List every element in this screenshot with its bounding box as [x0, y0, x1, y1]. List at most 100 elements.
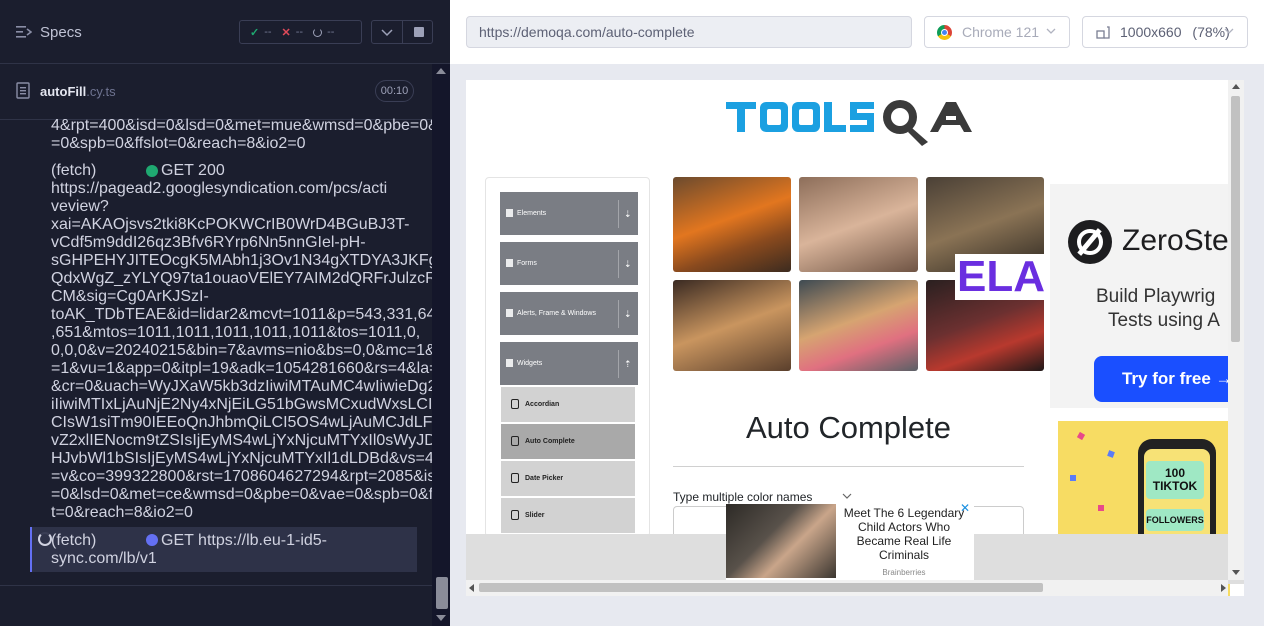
sidebar-item-auto-complete[interactable]: Auto Complete — [501, 424, 635, 460]
expand-icon[interactable]: ⇣ — [624, 292, 632, 336]
log-line: 0,0,0&v=20240215&bin=7&avms=nio&bs=0,0&m… — [51, 342, 444, 359]
sidebar-item-date-picker[interactable]: Date Picker — [501, 461, 635, 497]
divider — [618, 200, 619, 228]
sidebar-item-label: Slider — [525, 512, 545, 519]
group-icon — [506, 259, 513, 267]
collapse-icon[interactable]: ⇡ — [624, 342, 632, 386]
item-icon — [511, 510, 519, 520]
url-bar[interactable]: https://demoqa.com/auto-complete — [466, 16, 912, 48]
log-line: vCdf5m9ddI26qz3Bfv6RYrp6Nn5nnGIel-pH- — [51, 234, 366, 251]
sidebar-nav: Elements ⇣ Forms ⇣ Alerts, Frame & Windows ⇣ W… — [485, 177, 650, 537]
specs-title[interactable]: Specs — [40, 24, 82, 41]
sidebar-group-label: Forms — [517, 260, 537, 267]
log-line: =1&vu=1&app=0&itpl=19&adk=1054281660&rs=… — [51, 360, 448, 377]
ad-image[interactable] — [799, 280, 918, 371]
expand-icon[interactable]: ⇣ — [624, 242, 632, 286]
passed-count: -- — [264, 26, 272, 38]
scroll-left-icon[interactable] — [469, 584, 474, 592]
browser-toolbar: https://demoqa.com/auto-complete Chrome … — [450, 0, 1264, 64]
test-stats: ✓ -- ✕ -- -- — [239, 20, 362, 44]
log-scroll-thumb[interactable] — [436, 577, 448, 609]
zerostep-logo-icon — [1068, 220, 1112, 264]
viewport-icon — [1096, 26, 1110, 39]
sidebar-item-label: Auto Complete — [525, 438, 575, 445]
divider — [0, 585, 432, 586]
ad-image — [726, 504, 836, 578]
spec-timer: 00:10 — [375, 80, 414, 102]
item-icon — [511, 473, 519, 483]
request-url: sync.com/lb/v1 — [51, 550, 157, 567]
viewport-size: 1000x660 — [1120, 24, 1182, 40]
close-icon[interactable]: ✕ — [960, 501, 970, 515]
ad-image[interactable] — [673, 280, 791, 371]
sidebar-group-forms[interactable]: Forms ⇣ — [500, 242, 638, 286]
divider — [673, 466, 1024, 467]
run-controls — [371, 20, 433, 44]
document-icon — [16, 82, 30, 99]
scroll-down-icon[interactable] — [1232, 570, 1240, 575]
confetti — [1098, 505, 1104, 511]
multi-color-label: Type multiple color names — [673, 490, 813, 504]
browser-name: Chrome 121 — [962, 24, 1040, 40]
chrome-icon — [937, 25, 952, 40]
log-line: sGHPEHYJITEOcgK5MAbh1j3Ov1N34gXTDYA3JKFg… — [51, 252, 491, 269]
sidebar-group-widgets[interactable]: Widgets ⇡ — [500, 342, 638, 386]
page-title: Auto Complete — [745, 410, 952, 445]
spec-file-row[interactable]: autoFill.cy.ts 00:10 — [0, 64, 432, 120]
scroll-down-icon[interactable] — [436, 615, 446, 621]
try-free-button[interactable]: Try for free → — [1094, 356, 1244, 402]
sidebar-item-label: Date Picker — [525, 475, 564, 482]
chevron-down-icon[interactable] — [381, 28, 393, 38]
loading-spinner-icon — [38, 532, 52, 546]
log-line: https://pagead2.googlesyndication.com/pc… — [51, 180, 388, 197]
log-line: veview? — [51, 198, 109, 215]
scroll-up-icon[interactable] — [436, 68, 446, 74]
zerostep-ad[interactable]: ZeroSte Build Playwrig Tests using A Try… — [1050, 184, 1244, 408]
sidebar-group-alerts-frame-windows[interactable]: Alerts, Frame & Windows ⇣ — [500, 292, 638, 336]
log-line: ,651&mtos=1011,1011,1011,1011,1011&tos=1… — [51, 324, 421, 341]
pending-icon — [313, 27, 323, 37]
sidebar-item-slider[interactable]: Slider — [501, 498, 635, 534]
page-horizontal-thumb[interactable] — [479, 583, 1043, 592]
log-line: iIiwiMTIxLjAuNjE2Ny4xNjEiLG51bGwsMCxudWx… — [51, 396, 453, 413]
log-line: &cr=0&uach=WyJXaW5kb3dzIiwiMTAuMC4wIiwie… — [51, 378, 457, 395]
chevron-down-icon — [1224, 28, 1234, 34]
failed-count: -- — [295, 26, 304, 38]
tiktok-count-card: 100 TIKTOK — [1146, 461, 1204, 499]
ad-source: Brainberries — [882, 568, 926, 577]
log-line: =v&co=399322800&rst=1708604627294&rpt=20… — [51, 468, 445, 485]
sidebar-group-label: Widgets — [517, 360, 543, 367]
log-line: CM&sig=Cg0ArKJSzI- — [51, 288, 209, 305]
ad-image[interactable] — [673, 177, 791, 272]
sidebar-group-label: Alerts, Frame & Windows — [517, 310, 596, 317]
viewport-selector[interactable]: 1000x660 (78%) — [1082, 16, 1248, 48]
specs-list-icon[interactable] — [16, 25, 32, 39]
log-line: =0&lsd=0&met=ce&wmsd=0&pbe=0&vae=0&spb=0… — [51, 486, 458, 503]
ad-headline: Meet The 6 Legendary Child Actors Who Be… — [843, 506, 965, 562]
ad-image[interactable] — [799, 177, 918, 272]
group-icon — [506, 359, 513, 367]
ad-headline: Build Playwrig — [1096, 286, 1216, 307]
expand-icon[interactable]: ⇣ — [624, 192, 632, 236]
stop-icon[interactable] — [414, 27, 424, 37]
sidebar-item-label: Accordian — [525, 401, 560, 408]
log-line: HJvbWl1bSIsIjEyMS4wLjYxNjcuMTYxIl1dLDBd&… — [51, 450, 450, 467]
scroll-right-icon[interactable] — [1221, 584, 1226, 592]
pending-count: -- — [327, 26, 335, 38]
sidebar-item-accordian[interactable]: Accordian — [501, 387, 635, 423]
toolsqa-logo[interactable] — [724, 92, 976, 152]
scroll-up-icon[interactable] — [1232, 84, 1240, 89]
divider — [618, 300, 619, 328]
controls-divider — [402, 21, 403, 43]
group-icon — [506, 209, 513, 217]
status-dot-pending — [146, 534, 158, 546]
item-icon — [511, 436, 519, 446]
log-line: 4&rpt=400&isd=0&lsd=0&met=mue&wmsd=0&pbe… — [51, 117, 465, 134]
sidebar-group-elements[interactable]: Elements ⇣ — [500, 192, 638, 236]
banner-text: ELA — [955, 252, 1047, 301]
browser-selector[interactable]: Chrome 121 — [924, 16, 1070, 48]
item-icon — [511, 399, 519, 409]
log-scrollbar[interactable] — [432, 64, 450, 626]
bottom-ad[interactable]: Meet The 6 Legendary Child Actors Who Be… — [726, 501, 974, 580]
page-scroll-thumb[interactable] — [1231, 96, 1240, 342]
